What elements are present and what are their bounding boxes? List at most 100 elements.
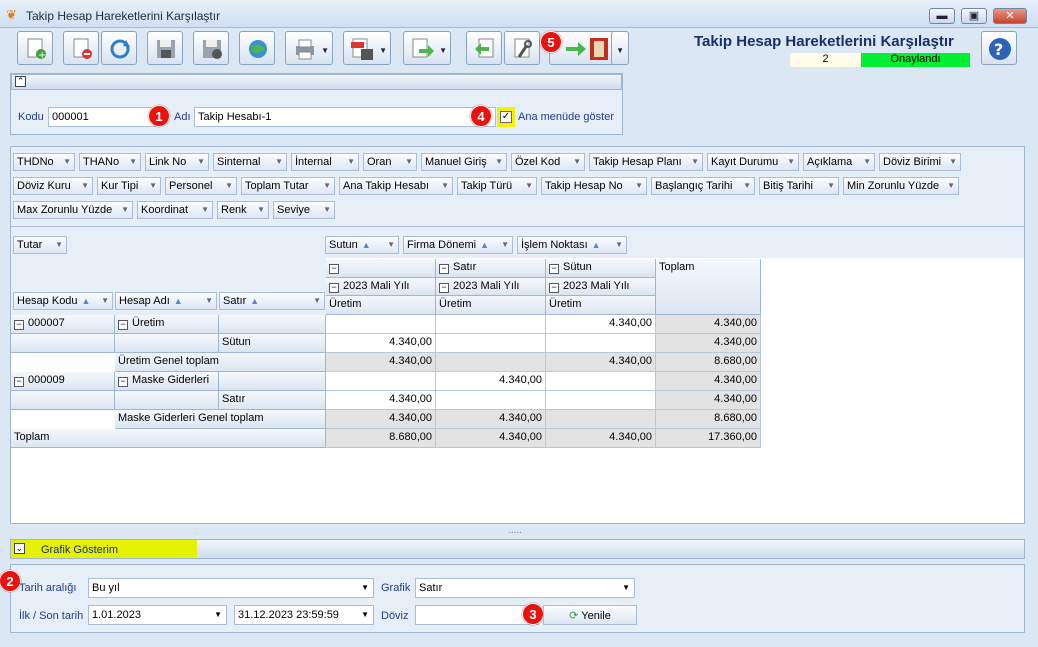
print-button[interactable]: ▼ [285, 31, 333, 65]
ilk-tarih-input[interactable]: 1.01.2023 ▼ [88, 605, 227, 625]
filter-field-button[interactable]: Takip Hesap Planı ▼ [589, 153, 703, 171]
save-button[interactable] [147, 31, 183, 65]
row-header-label: 000007 [28, 317, 65, 329]
filter-field-button[interactable]: Açıklama ▼ [803, 153, 875, 171]
filter-field-button[interactable]: Döviz Kuru ▼ [13, 177, 93, 195]
minimize-button[interactable]: ▬ [929, 8, 955, 24]
kodu-input[interactable]: 000001 [48, 107, 160, 127]
collapse-minus-icon[interactable]: − [14, 377, 24, 387]
col-field-sutun[interactable]: Sutun ▲ ▼ [325, 236, 399, 254]
row-header-label: Üretim Genel toplam [118, 355, 219, 367]
filter-field-button[interactable]: Takip Türü ▼ [457, 177, 537, 195]
tarih-araligi-select[interactable]: Bu yıl ▼ [88, 578, 374, 598]
col-header-year[interactable]: −2023 Mali Yılı [546, 278, 656, 296]
row-field-satir[interactable]: Satır ▲ ▼ [219, 292, 325, 310]
chevron-down-icon: ▼ [635, 181, 643, 190]
row-field-hesap-adi[interactable]: Hesap Adı ▲ ▼ [115, 292, 217, 310]
filter-field-label: Renk [221, 204, 247, 216]
yenile-button[interactable]: ⟳ Yenile [543, 605, 637, 625]
data-field-tutar[interactable]: Tutar ▼ [13, 236, 67, 254]
col-header-collapse[interactable]: − [326, 259, 436, 278]
col-header-year[interactable]: −2023 Mali Yılı [436, 278, 546, 296]
new-button[interactable]: + [17, 31, 53, 65]
son-tarih-input[interactable]: 31.12.2023 23:59:59 ▼ [234, 605, 374, 625]
value-cell [436, 315, 546, 334]
row-header-cell[interactable]: − Üretim [115, 315, 219, 334]
value-cell: 4.340,00 [546, 429, 656, 448]
filter-field-button[interactable]: Max Zorunlu Yüzde ▼ [13, 201, 133, 219]
filter-field-button[interactable]: Seviye ▼ [273, 201, 335, 219]
import-button[interactable] [466, 31, 502, 65]
collapse-minus-icon[interactable]: − [118, 320, 128, 330]
col-field-firma-donemi[interactable]: Firma Dönemi ▲ ▼ [403, 236, 513, 254]
filter-field-button[interactable]: Kur Tipi ▼ [97, 177, 161, 195]
filter-field-button[interactable]: Personel ▼ [165, 177, 237, 195]
collapse-minus-icon[interactable]: − [439, 283, 449, 293]
filter-field-button[interactable]: THDNo ▼ [13, 153, 75, 171]
filter-field-button[interactable]: Oran ▼ [363, 153, 417, 171]
splitter-handle[interactable]: ..... [508, 525, 522, 536]
cancel-save-button[interactable] [193, 31, 229, 65]
row-field-hesap-kodu[interactable]: Hesap Kodu ▲ ▼ [13, 292, 113, 310]
collapse-minus-icon[interactable]: − [14, 320, 24, 330]
collapse-minus-icon[interactable]: − [549, 264, 559, 274]
value-cell: 17.360,00 [656, 429, 761, 448]
collapse-minus-icon[interactable]: − [118, 377, 128, 387]
save-icon [157, 40, 175, 58]
chevron-down-icon: ▼ [347, 157, 355, 166]
collapse-minus-icon[interactable]: − [439, 264, 449, 274]
ana-menu-checkbox[interactable]: ✓ [500, 111, 512, 123]
value-cell: 4.340,00 [436, 410, 546, 429]
exit-dropdown[interactable]: ▼ [611, 31, 629, 65]
filter-field-button[interactable]: Özel Kod ▼ [511, 153, 585, 171]
col-header-satir[interactable]: − Satır [436, 259, 546, 278]
chevron-down-icon: ▼ [323, 181, 331, 190]
row-header-cell[interactable]: −000007 [11, 315, 115, 334]
filter-field-button[interactable]: Kayıt Durumu ▼ [707, 153, 799, 171]
col-header-sutun[interactable]: − Sütun [546, 259, 656, 278]
refresh-button[interactable] [101, 31, 137, 65]
collapse-minus-icon[interactable]: − [329, 283, 339, 293]
filter-field-button[interactable]: Renk ▼ [217, 201, 269, 219]
tools-button[interactable] [504, 31, 540, 65]
row-header-cell[interactable]: −000009 [11, 372, 115, 391]
filter-field-button[interactable]: Döviz Birimi ▼ [879, 153, 961, 171]
transfer-button[interactable]: ▼ [403, 31, 451, 65]
adi-input[interactable]: Takip Hesabı-1 [194, 107, 496, 127]
filter-field-button[interactable]: Sinternal ▼ [213, 153, 287, 171]
filter-field-label: Max Zorunlu Yüzde [17, 204, 113, 216]
filter-field-button[interactable]: Manuel Giriş ▼ [421, 153, 507, 171]
collapse-minus-icon[interactable]: − [329, 264, 339, 274]
filter-field-button[interactable]: Başlangıç Tarihi ▼ [651, 177, 755, 195]
status-badge: Onaylandı [861, 53, 970, 67]
grafik-select[interactable]: Satır ▼ [415, 578, 635, 598]
filter-field-button[interactable]: Takip Hesap No ▼ [541, 177, 647, 195]
expand-icon[interactable]: ⌄ [14, 543, 25, 554]
col-header-label: 2023 Mali Yılı [343, 280, 410, 292]
collapse-minus-icon[interactable]: − [549, 283, 559, 293]
kodu-label: Kodu [18, 111, 44, 123]
doviz-label: Döviz [381, 610, 409, 622]
close-button[interactable]: ✕ [993, 8, 1027, 24]
grafik-header[interactable]: ⌄ Grafik Gösterim [10, 539, 1025, 559]
row-header-cell[interactable]: − Maske Giderleri [115, 372, 219, 391]
filter-field-button[interactable]: İnternal ▼ [291, 153, 359, 171]
web-approve-button[interactable] [239, 31, 275, 65]
filter-field-button[interactable]: THANo ▼ [79, 153, 141, 171]
filter-field-button[interactable]: Link No ▼ [145, 153, 209, 171]
filter-field-label: Oran [367, 156, 392, 168]
filter-field-button[interactable]: Bitiş Tarihi ▼ [759, 177, 839, 195]
delete-button[interactable] [63, 31, 99, 65]
filter-field-button[interactable]: Toplam Tutar ▼ [241, 177, 335, 195]
collapse-icon[interactable]: ⌃ [15, 76, 26, 87]
filter-field-button[interactable]: Koordinat ▼ [137, 201, 213, 219]
filter-field-button[interactable]: Ana Takip Hesabı ▼ [339, 177, 453, 195]
col-field-islem-noktasi[interactable]: İşlem Noktası ▲ ▼ [517, 236, 627, 254]
form-collapse-bar[interactable]: ⌃ [11, 74, 622, 90]
pdf-export-button[interactable]: ▼ [343, 31, 391, 65]
maximize-button[interactable]: ▣ [961, 8, 987, 24]
doviz-input[interactable] [415, 605, 539, 625]
filter-field-button[interactable]: Min Zorunlu Yüzde ▼ [843, 177, 959, 195]
col-header-year[interactable]: −2023 Mali Yılı [326, 278, 436, 296]
help-button[interactable]: ? [981, 31, 1017, 65]
